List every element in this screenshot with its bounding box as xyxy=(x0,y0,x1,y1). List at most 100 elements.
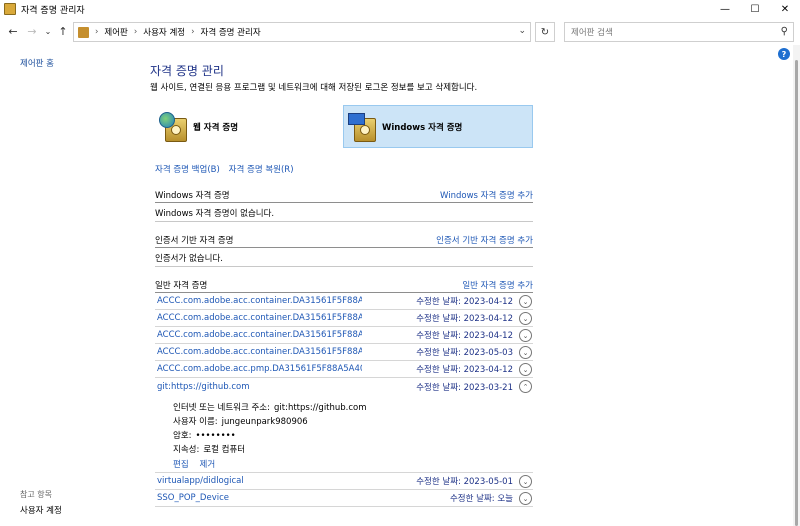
credential-row[interactable]: SSO_POP_Device 수정한 날짜: 오늘 ⌄ xyxy=(155,490,533,507)
help-icon[interactable]: ? xyxy=(778,48,790,60)
backup-restore-links: 자격 증명 백업(B) 자격 증명 복원(R) xyxy=(155,163,300,175)
modified-date: 2023-04-12 xyxy=(463,365,513,375)
expand-chevron-down-icon[interactable]: ⌄ xyxy=(519,475,532,488)
certificate-credentials-section-header: 인증서 기반 자격 증명 인증서 기반 자격 증명 추가 xyxy=(155,232,533,248)
breadcrumb-credential-manager[interactable]: 자격 증명 관리자 xyxy=(201,26,261,38)
modified-date: 2023-04-12 xyxy=(463,314,513,324)
back-arrow-icon[interactable]: ← xyxy=(5,23,21,39)
section-divider xyxy=(155,221,533,222)
credential-modified: 수정한 날짜: 오늘 xyxy=(450,492,513,504)
credential-modified: 수정한 날짜: 2023-05-03 xyxy=(416,346,513,358)
close-button[interactable]: ✕ xyxy=(770,0,800,18)
credential-row[interactable]: ACCC.com.adobe.acc.container.DA31561F5F8… xyxy=(155,310,533,327)
windows-credentials-vault-icon xyxy=(348,112,376,142)
title-bar: 자격 증명 관리자 xyxy=(0,0,800,18)
search-icon[interactable]: ⚲ xyxy=(781,26,788,37)
maximize-button[interactable]: ☐ xyxy=(740,0,770,18)
sidebar-see-also-label: 참고 항목 xyxy=(20,490,52,499)
expand-chevron-down-icon[interactable]: ⌄ xyxy=(519,363,532,376)
windows-credentials-tile[interactable]: Windows 자격 증명 xyxy=(343,105,533,148)
refresh-icon[interactable]: ↻ xyxy=(535,22,555,42)
remove-credential-link[interactable]: 제거 xyxy=(200,460,216,470)
window-title: 자격 증명 관리자 xyxy=(21,5,85,16)
detail-username: 사용자 이름: jungeunpark980906 xyxy=(173,415,308,427)
modified-label: 수정한 날짜: xyxy=(416,365,461,375)
detail-actions: 편집 제거 xyxy=(173,458,223,470)
credential-name[interactable]: SSO_POP_Device xyxy=(157,493,362,503)
search-placeholder: 제어판 검색 xyxy=(571,28,613,38)
credential-row[interactable]: virtualapp/didlogical 수정한 날짜: 2023-05-01… xyxy=(155,473,533,490)
add-generic-credential-link[interactable]: 일반 자격 증명 추가 xyxy=(462,279,533,291)
credential-row[interactable]: ACCC.com.adobe.acc.container.DA31561F5F8… xyxy=(155,344,533,361)
expand-chevron-down-icon[interactable]: ⌄ xyxy=(519,312,532,325)
expand-chevron-down-icon[interactable]: ⌄ xyxy=(519,329,532,342)
address-bar[interactable]: › 제어판 › 사용자 계정 › 자격 증명 관리자 ⌄ xyxy=(73,22,531,42)
generic-credentials-heading: 일반 자격 증명 xyxy=(155,280,208,291)
modified-label: 수정한 날짜: xyxy=(416,331,461,341)
add-windows-credential-link[interactable]: Windows 자격 증명 추가 xyxy=(440,189,533,201)
windows-credentials-label: Windows 자격 증명 xyxy=(382,122,463,133)
certificate-empty-message: 인증서가 없습니다. xyxy=(155,254,223,264)
edit-credential-link[interactable]: 편집 xyxy=(173,460,189,470)
up-arrow-icon[interactable]: ↑ xyxy=(55,23,71,39)
credential-name[interactable]: ACCC.com.adobe.acc.container.DA31561F5F8… xyxy=(157,313,362,323)
modified-date: 2023-05-03 xyxy=(463,348,513,358)
generic-credentials-section-header: 일반 자격 증명 일반 자격 증명 추가 xyxy=(155,277,533,293)
credential-modified: 수정한 날짜: 2023-03-21 xyxy=(416,381,513,393)
credential-modified: 수정한 날짜: 2023-04-12 xyxy=(416,312,513,324)
breadcrumb-user-accounts[interactable]: 사용자 계정 xyxy=(143,26,185,38)
restore-credentials-link[interactable]: 자격 증명 복원(R) xyxy=(229,165,294,175)
password-value: •••••••• xyxy=(195,431,236,441)
credential-name[interactable]: ACCC.com.adobe.acc.container.DA31561F5F8… xyxy=(157,347,362,357)
scrollbar-thumb[interactable] xyxy=(795,60,798,526)
modified-date: 2023-04-12 xyxy=(463,331,513,341)
credential-row[interactable]: ACCC.com.adobe.acc.container.DA31561F5F8… xyxy=(155,327,533,344)
address-value: git:https://github.com xyxy=(274,403,367,413)
credential-modified: 수정한 날짜: 2023-05-01 xyxy=(416,475,513,487)
section-divider xyxy=(155,266,533,267)
control-panel-icon xyxy=(78,26,89,38)
credential-row[interactable]: ACCC.com.adobe.acc.container.DA31561F5F8… xyxy=(155,293,533,310)
collapse-chevron-up-icon[interactable]: ⌃ xyxy=(519,380,532,393)
minimize-button[interactable]: — xyxy=(710,0,740,18)
detail-password: 암호: •••••••• xyxy=(173,429,236,441)
add-certificate-credential-link[interactable]: 인증서 기반 자격 증명 추가 xyxy=(436,234,533,246)
address-dropdown-chevron-icon[interactable]: ⌄ xyxy=(518,26,526,36)
breadcrumb-separator: › xyxy=(191,27,195,37)
detail-address: 인터넷 또는 네트워크 주소: git:https://github.com xyxy=(173,401,367,413)
credential-name[interactable]: ACCC.com.adobe.acc.pmp.DA31561F5F88A5A40… xyxy=(157,364,362,374)
credential-name[interactable]: ACCC.com.adobe.acc.container.DA31561F5F8… xyxy=(157,296,362,306)
username-label: 사용자 이름: xyxy=(173,417,218,427)
web-credentials-vault-icon xyxy=(159,111,187,142)
persistence-value: 로컬 컴퓨터 xyxy=(203,445,246,455)
modified-date: 2023-03-21 xyxy=(463,382,513,393)
windows-credentials-section-header: Windows 자격 증명 Windows 자격 증명 추가 xyxy=(155,187,533,203)
expand-chevron-down-icon[interactable]: ⌄ xyxy=(519,295,532,308)
web-credentials-tile[interactable]: 웹 자격 증명 xyxy=(155,105,340,148)
credential-name[interactable]: git:https://github.com xyxy=(157,382,362,392)
web-credentials-label: 웹 자격 증명 xyxy=(193,122,239,133)
modified-label: 수정한 날짜: xyxy=(416,477,461,487)
modified-label: 수정한 날짜: xyxy=(416,382,461,393)
credential-row[interactable]: ACCC.com.adobe.acc.pmp.DA31561F5F88A5A40… xyxy=(155,361,533,378)
credential-modified: 수정한 날짜: 2023-04-12 xyxy=(416,363,513,375)
modified-label: 수정한 날짜: xyxy=(449,494,495,504)
credential-name[interactable]: ACCC.com.adobe.acc.container.DA31561F5F8… xyxy=(157,330,362,340)
backup-credentials-link[interactable]: 자격 증명 백업(B) xyxy=(155,165,220,175)
credential-row-expanded[interactable]: git:https://github.com 수정한 날짜: 2023-03-2… xyxy=(155,378,533,395)
page-title: 자격 증명 관리 xyxy=(150,64,224,78)
search-input[interactable]: 제어판 검색 ⚲ xyxy=(564,22,794,42)
navigation-bar: ← → ⌄ ↑ › 제어판 › 사용자 계정 › 자격 증명 관리자 ⌄ ↻ 제… xyxy=(0,19,800,45)
breadcrumb-control-panel[interactable]: 제어판 xyxy=(104,26,127,38)
credential-name[interactable]: virtualapp/didlogical xyxy=(157,476,362,486)
expand-chevron-down-icon[interactable]: ⌄ xyxy=(519,492,532,505)
expand-chevron-down-icon[interactable]: ⌄ xyxy=(519,346,532,359)
windows-credentials-heading: Windows 자격 증명 xyxy=(155,190,230,201)
certificate-credentials-heading: 인증서 기반 자격 증명 xyxy=(155,235,234,246)
username-value: jungeunpark980906 xyxy=(221,417,308,427)
sidebar-user-accounts-link[interactable]: 사용자 계정 xyxy=(20,504,62,516)
forward-arrow-icon[interactable]: → xyxy=(24,23,40,39)
sidebar-control-panel-home-link[interactable]: 제어판 홈 xyxy=(20,57,54,69)
credential-modified: 수정한 날짜: 2023-04-12 xyxy=(416,295,513,307)
recent-locations-chevron-icon[interactable]: ⌄ xyxy=(40,23,56,39)
